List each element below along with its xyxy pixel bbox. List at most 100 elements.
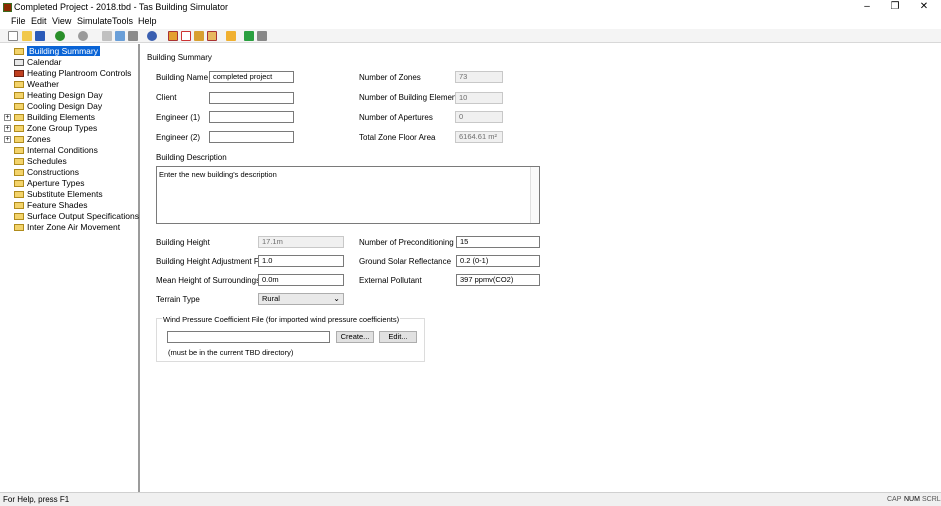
menu-file[interactable]: File xyxy=(11,16,26,26)
client-input[interactable] xyxy=(209,92,294,104)
forward-icon[interactable] xyxy=(55,31,65,41)
menu-edit[interactable]: Edit xyxy=(31,16,47,26)
wind-file-input[interactable] xyxy=(167,331,330,343)
height-field: 17.1m xyxy=(258,236,344,248)
engineer2-input[interactable] xyxy=(209,131,294,143)
status-num: NUM xyxy=(904,496,920,503)
title-bar: Completed Project - 2018.tbd - Tas Build… xyxy=(0,0,941,15)
engineer2-label: Engineer (2) xyxy=(156,133,201,142)
navigation-tree: Building Summary Calendar Heating Plantr… xyxy=(0,44,140,492)
zone-icon[interactable] xyxy=(168,31,178,41)
height-factor-input[interactable]: 1.0 xyxy=(258,255,344,267)
building-name-input[interactable]: completed project xyxy=(209,71,294,83)
folder-icon xyxy=(14,136,24,143)
height-label: Building Height xyxy=(156,238,210,247)
panel-heading: Building Summary xyxy=(147,53,212,62)
engineer1-input[interactable] xyxy=(209,111,294,123)
expand-building-elements-icon[interactable]: + xyxy=(4,114,11,121)
solar-label: Ground Solar Reflectance xyxy=(359,257,452,266)
restore-button[interactable]: ❐ xyxy=(888,1,902,13)
menu-help[interactable]: Help xyxy=(138,16,157,26)
menu-tools[interactable]: Tools xyxy=(112,16,133,26)
tree-item-substitute-elements[interactable]: Substitute Elements xyxy=(14,189,103,200)
tree-item-calendar[interactable]: Calendar xyxy=(14,57,62,68)
schedule-icon[interactable] xyxy=(207,31,217,41)
status-scrl: SCRL xyxy=(922,496,941,503)
tree-item-surface-output-specifications[interactable]: Surface Output Specifications xyxy=(14,211,139,222)
menu-view[interactable]: View xyxy=(52,16,71,26)
description-label: Building Description xyxy=(156,153,227,162)
num-elements-label: Number of Building Elements xyxy=(359,93,463,102)
tree-item-schedules[interactable]: Schedules xyxy=(14,156,67,167)
expand-zone-group-types-icon[interactable]: + xyxy=(4,125,11,132)
tree-item-aperture-types[interactable]: Aperture Types xyxy=(14,178,85,189)
edit-element-icon[interactable] xyxy=(181,31,191,41)
description-text: Enter the new building's description xyxy=(159,170,277,179)
tree-item-building-elements[interactable]: Building Elements xyxy=(14,112,95,123)
engineer1-label: Engineer (1) xyxy=(156,113,201,122)
mean-height-input[interactable]: 0.0m xyxy=(258,274,344,286)
status-help-text: For Help, press F1 xyxy=(3,495,70,504)
tree-item-heating-design-day[interactable]: Heating Design Day xyxy=(14,90,103,101)
folder-icon xyxy=(14,125,24,132)
folder-icon xyxy=(14,48,24,55)
simulate-icon[interactable] xyxy=(147,31,157,41)
solar-input[interactable]: 0.2 (0-1) xyxy=(456,255,540,267)
folder-icon xyxy=(14,81,24,88)
folder-icon xyxy=(14,191,24,198)
minimize-button[interactable]: – xyxy=(860,1,874,13)
cut-icon[interactable] xyxy=(102,31,112,41)
terrain-select[interactable]: Rural ⌄ xyxy=(258,293,344,305)
print-icon[interactable] xyxy=(257,31,267,41)
tree-item-cooling-design-day[interactable]: Cooling Design Day xyxy=(14,101,102,112)
precond-input[interactable]: 15 xyxy=(456,236,540,248)
tree-item-feature-shades[interactable]: Feature Shades xyxy=(14,200,87,211)
status-bar: For Help, press F1 CAP NUM SCRL xyxy=(0,492,941,506)
results-icon[interactable] xyxy=(244,31,254,41)
pollutant-input[interactable]: 397 ppmv(CO2) xyxy=(456,274,540,286)
wind-group-label: Wind Pressure Coefficient File (for impo… xyxy=(162,315,401,324)
description-textarea[interactable]: Enter the new building's description xyxy=(156,166,540,224)
floor-area-field: 6164.61 m² xyxy=(455,131,503,143)
description-scrollbar[interactable] xyxy=(530,167,539,223)
building-summary-panel: Building Summary Building Name completed… xyxy=(142,44,941,492)
building-name-label: Building Name xyxy=(156,73,209,82)
edit-button[interactable]: Edit... xyxy=(379,331,417,343)
paste-icon[interactable] xyxy=(128,31,138,41)
app-icon xyxy=(3,3,12,12)
tree-item-constructions[interactable]: Constructions xyxy=(14,167,79,178)
tree-item-inter-zone-air-movement[interactable]: Inter Zone Air Movement xyxy=(14,222,120,233)
menu-bar: File Edit View Simulate Tools Help xyxy=(0,15,941,28)
copy-icon[interactable] xyxy=(115,31,125,41)
client-label: Client xyxy=(156,93,177,102)
wind-note: (must be in the current TBD directory) xyxy=(168,348,294,357)
num-apertures-label: Number of Apertures xyxy=(359,113,433,122)
report-icon[interactable] xyxy=(226,31,236,41)
folder-icon xyxy=(14,103,24,110)
status-cap: CAP xyxy=(887,496,902,503)
close-button[interactable]: ✕ xyxy=(917,1,931,13)
tree-item-zones[interactable]: Zones xyxy=(14,134,51,145)
num-apertures-field: 0 xyxy=(455,111,503,123)
plantroom-icon xyxy=(14,70,24,77)
tree-item-building-summary[interactable]: Building Summary xyxy=(14,46,100,57)
folder-icon xyxy=(14,169,24,176)
tree-item-heating-plantroom-controls[interactable]: Heating Plantroom Controls xyxy=(14,68,131,79)
toolbar xyxy=(0,29,941,43)
tree-item-weather[interactable]: Weather xyxy=(14,79,59,90)
menu-simulate[interactable]: Simulate xyxy=(77,16,112,26)
pollutant-label: External Pollutant xyxy=(359,276,422,285)
save-icon[interactable] xyxy=(35,31,45,41)
folder-icon xyxy=(14,147,24,154)
terrain-label: Terrain Type xyxy=(156,295,200,304)
tree-item-internal-conditions[interactable]: Internal Conditions xyxy=(14,145,98,156)
tree-item-zone-group-types[interactable]: Zone Group Types xyxy=(14,123,97,134)
back-icon[interactable] xyxy=(78,31,88,41)
new-file-icon[interactable] xyxy=(8,31,18,41)
construction-icon[interactable] xyxy=(194,31,204,41)
folder-icon xyxy=(14,224,24,231)
create-button[interactable]: Create... xyxy=(336,331,374,343)
open-folder-icon[interactable] xyxy=(22,31,32,41)
expand-zones-icon[interactable]: + xyxy=(4,136,11,143)
num-zones-field: 73 xyxy=(455,71,503,83)
